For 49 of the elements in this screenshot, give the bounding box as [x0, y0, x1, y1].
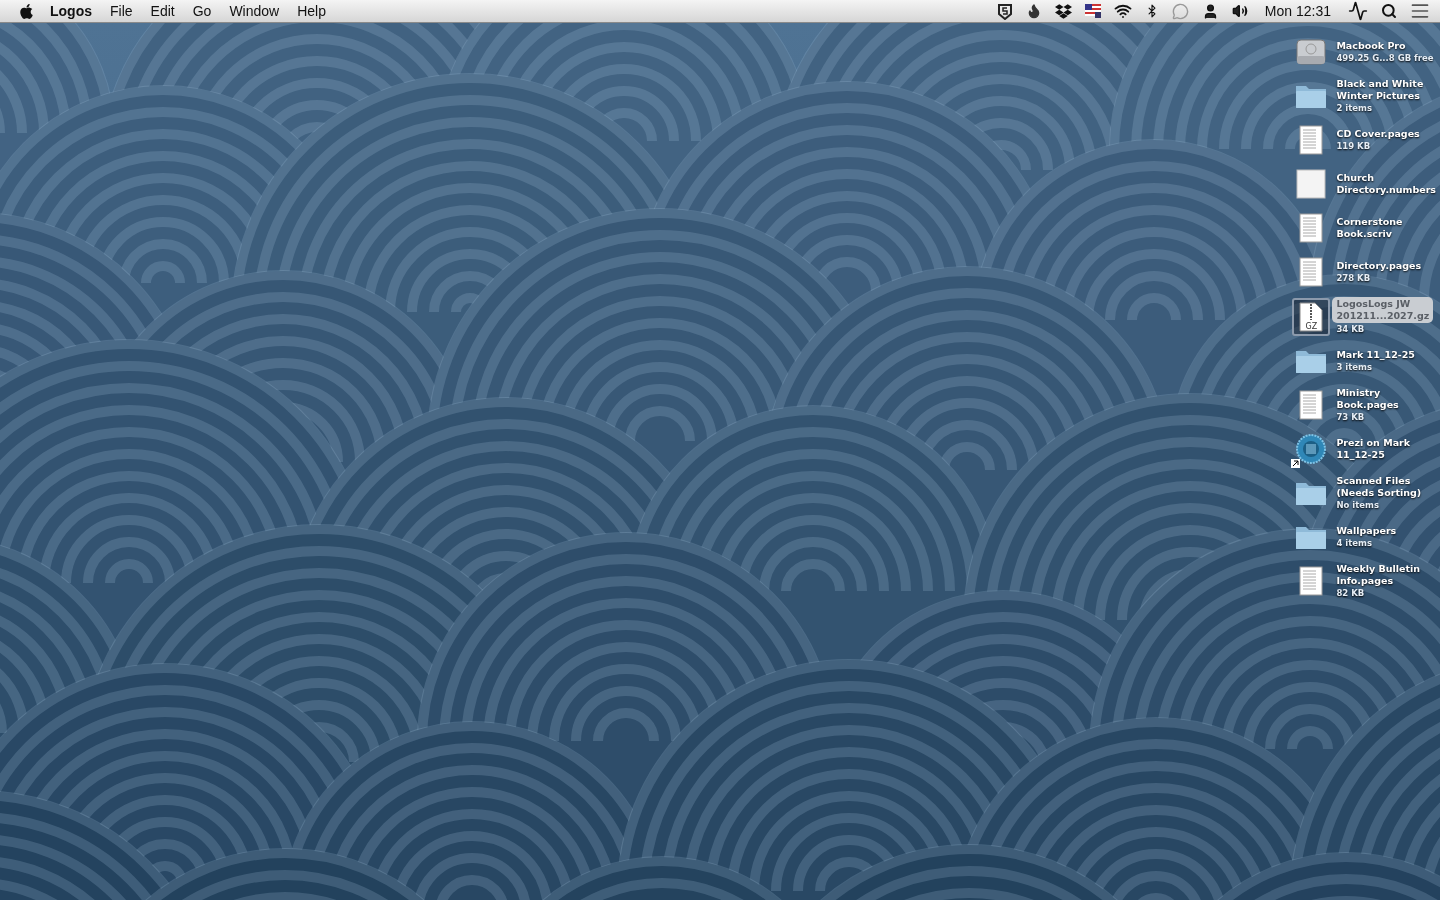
flag-icon[interactable]	[1084, 4, 1101, 18]
file-name[interactable]: Macbook Pro	[1336, 39, 1434, 52]
file-name[interactable]: Scanned Files (Needs Sorting)	[1336, 474, 1422, 499]
file-info: 34 KB	[1336, 323, 1366, 336]
file-info: 499.25 G...8 GB free	[1336, 51, 1434, 65]
file-name[interactable]: Directory.pages	[1336, 259, 1422, 272]
document-icon	[1299, 390, 1324, 420]
menu-item[interactable]: File	[101, 0, 142, 22]
file-name[interactable]: Weekly Bulletin Info.pages	[1336, 562, 1421, 587]
file-name[interactable]: Prezi on Mark 11_12-25	[1336, 437, 1411, 461]
file-info: No items	[1336, 498, 1380, 512]
file-name[interactable]: Cornerstone Book.scriv	[1336, 216, 1403, 240]
document-icon	[1299, 566, 1324, 596]
blank-page-icon	[1296, 169, 1327, 199]
file-name[interactable]: LogosLogs JW 201211...2027.gz	[1332, 297, 1434, 323]
menu-item[interactable]: Go	[183, 0, 221, 22]
file-info: 119 KB	[1336, 139, 1372, 153]
hard-drive-icon	[1296, 38, 1327, 66]
menu-item[interactable]: Window	[220, 0, 289, 22]
file-info: 82 KB	[1336, 586, 1366, 600]
box-icon[interactable]	[1054, 2, 1072, 20]
disc-app-icon	[1296, 434, 1327, 464]
wifi-icon[interactable]	[1113, 2, 1132, 20]
file-name[interactable]: Wallpapers	[1336, 524, 1397, 537]
speaker-icon[interactable]	[1231, 3, 1248, 19]
apple-menu-icon[interactable]	[18, 2, 35, 20]
file-info: 3 items	[1336, 360, 1373, 374]
file-name[interactable]: Church Directory.numbers	[1336, 172, 1436, 196]
file-info: 2 items	[1336, 101, 1373, 115]
menu-item[interactable]: Help	[288, 0, 335, 22]
file-info: 278 KB	[1336, 271, 1372, 285]
file-name[interactable]: Black and White Winter Pictures	[1336, 77, 1424, 102]
file-info: 4 items	[1336, 536, 1373, 550]
document-icon	[1299, 213, 1324, 243]
search-icon[interactable]	[1381, 3, 1397, 19]
file-name[interactable]: CD Cover.pages	[1336, 127, 1420, 140]
shield-icon[interactable]	[996, 2, 1013, 20]
zip-file-icon	[1299, 301, 1324, 332]
document-icon	[1299, 125, 1324, 155]
file-name[interactable]: Mark 11_12-25	[1336, 348, 1415, 361]
list-icon[interactable]	[1410, 1, 1430, 21]
menu-item[interactable]: Edit	[141, 0, 184, 22]
file-info: 73 KB	[1336, 410, 1366, 424]
icon-selection-frame[interactable]: GZ	[1292, 297, 1331, 336]
file-name[interactable]: Ministry Book.pages	[1336, 386, 1399, 411]
app-menu[interactable]: Logos	[41, 0, 101, 22]
document-icon	[1299, 257, 1324, 287]
menu-clock[interactable]: Mon 12:31	[1260, 3, 1335, 19]
file-type-label: GZ	[1304, 321, 1319, 331]
